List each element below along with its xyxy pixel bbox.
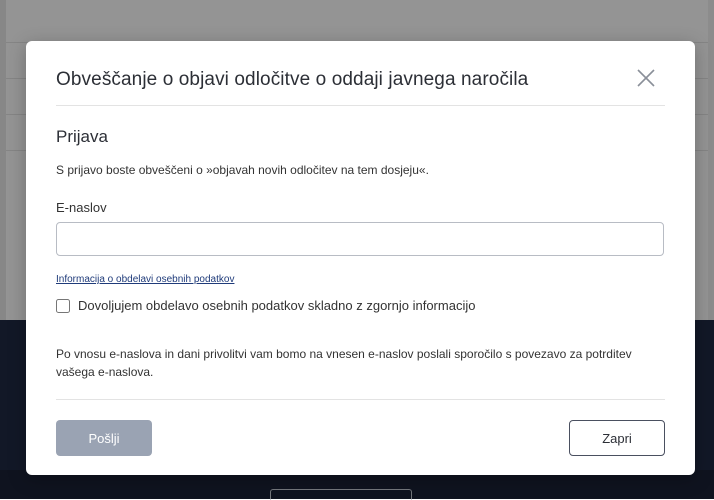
modal-header: Obveščanje o objavi odločitve o oddaji j… bbox=[56, 65, 665, 106]
consent-label[interactable]: Dovoljujem obdelavo osebnih podatkov skl… bbox=[78, 298, 475, 313]
subscription-modal: Obveščanje o objavi odločitve o oddaji j… bbox=[26, 41, 695, 475]
confirmation-note: Po vnosu e-naslova in dani privolitvi va… bbox=[56, 347, 632, 379]
footer-divider bbox=[56, 399, 665, 400]
close-icon[interactable] bbox=[633, 65, 659, 91]
email-field[interactable] bbox=[56, 222, 664, 256]
privacy-info-link[interactable]: Informacija o obdelavi osebnih podatkov bbox=[56, 274, 234, 285]
section-description: S prijavo boste obveščeni o »objavah nov… bbox=[56, 163, 429, 177]
close-icon-graphic bbox=[637, 69, 655, 87]
section-title: Prijava bbox=[56, 127, 108, 146]
modal-title: Obveščanje o objavi odločitve o oddaji j… bbox=[56, 69, 529, 90]
send-button[interactable]: Pošlji bbox=[56, 420, 152, 456]
consent-row: Dovoljujem obdelavo osebnih podatkov skl… bbox=[56, 298, 475, 313]
close-button[interactable]: Zapri bbox=[569, 420, 665, 456]
email-label: E-naslov bbox=[56, 200, 107, 215]
consent-checkbox[interactable] bbox=[56, 298, 70, 313]
